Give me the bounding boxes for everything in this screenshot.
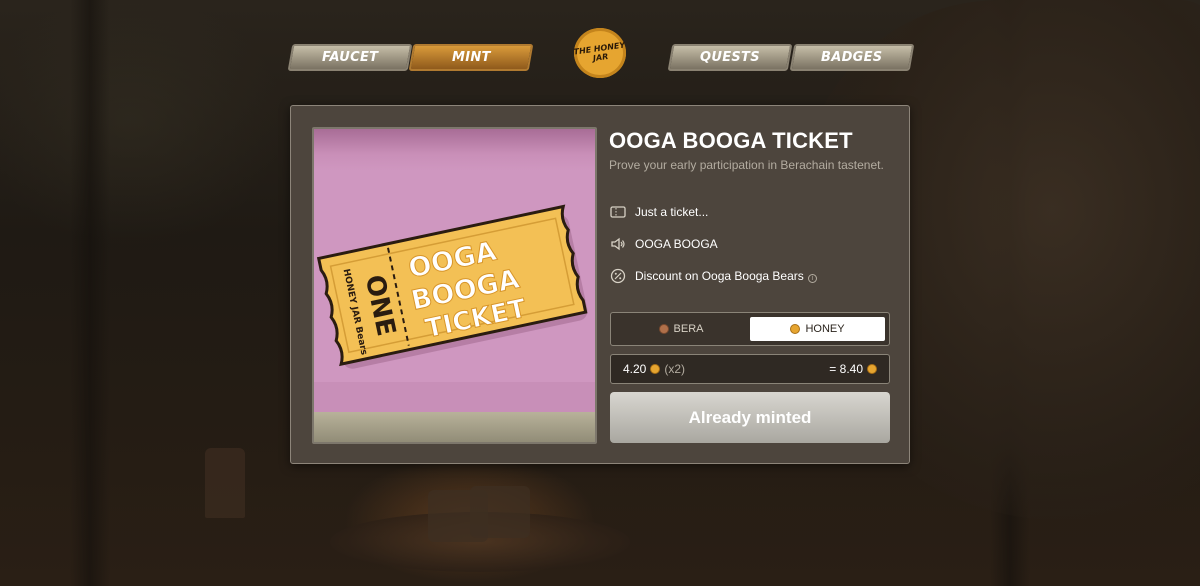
discount-icon bbox=[609, 267, 627, 285]
nav-quests-label: QUESTS bbox=[700, 50, 760, 65]
info-icon[interactable]: i bbox=[807, 274, 817, 283]
currency-option-label: BERA bbox=[673, 323, 704, 335]
price-row: 4.20 (x2) = 8.40 bbox=[610, 354, 890, 384]
nav-faucet-button[interactable]: FAUCET bbox=[287, 44, 413, 71]
price-multiplier: (x2) bbox=[664, 362, 686, 376]
background-lantern bbox=[205, 448, 245, 518]
already-minted-button[interactable]: Already minted bbox=[610, 392, 890, 443]
ticket-icon bbox=[609, 203, 627, 221]
speaker-icon bbox=[609, 235, 627, 253]
honey-jar-logo[interactable]: THE HONEY JAR bbox=[573, 28, 626, 78]
honey-coin-icon bbox=[790, 324, 801, 334]
currency-option-honey[interactable]: HONEY bbox=[750, 317, 885, 341]
feature-item: OOGA BOOGA bbox=[609, 235, 718, 253]
nft-image: ONE HONEY JAR Bears OOGA BOOGA TICKET bbox=[312, 127, 597, 444]
background-mug bbox=[470, 486, 530, 538]
currency-option-label: HONEY bbox=[805, 323, 845, 335]
top-nav: FAUCET MINT THE HONEY JAR QUESTS BADGES bbox=[0, 28, 1200, 88]
mint-card: ONE HONEY JAR Bears OOGA BOOGA TICKET OO… bbox=[290, 105, 910, 464]
total-price-value: = 8.40 bbox=[829, 362, 863, 376]
feature-text: OOGA BOOGA bbox=[635, 237, 718, 251]
ticket-illustration: ONE HONEY JAR Bears OOGA BOOGA TICKET bbox=[316, 204, 588, 369]
nav-mint-label: MINT bbox=[451, 50, 491, 65]
feature-text-discount: Discount on Ooga Booga Bears bbox=[635, 269, 804, 283]
feature-text: Just a ticket... bbox=[635, 205, 709, 219]
currency-toggle: BERA HONEY bbox=[610, 312, 890, 346]
nav-faucet-label: FAUCET bbox=[321, 50, 379, 65]
image-floor bbox=[314, 412, 595, 442]
feature-item: Discount on Ooga Booga Bears i bbox=[609, 267, 817, 285]
feature-item: Just a ticket... bbox=[609, 203, 708, 221]
nav-badges-label: BADGES bbox=[821, 50, 883, 65]
logo-text: THE HONEY JAR bbox=[573, 40, 626, 63]
nav-quests-button[interactable]: QUESTS bbox=[667, 44, 793, 71]
feature-text: Discount on Ooga Booga Bears i bbox=[635, 269, 817, 283]
image-shelf-top bbox=[314, 129, 595, 171]
total-price: = 8.40 bbox=[829, 362, 877, 376]
honey-coin-icon bbox=[650, 364, 661, 374]
nav-mint-button[interactable]: MINT bbox=[408, 44, 534, 71]
unit-price: 4.20 (x2) bbox=[623, 362, 685, 376]
bera-coin-icon bbox=[658, 324, 669, 334]
honey-coin-icon bbox=[867, 364, 877, 374]
product-title: OOGA BOOGA TICKET bbox=[609, 128, 853, 153]
currency-option-bera[interactable]: BERA bbox=[615, 317, 747, 341]
product-subtitle: Prove your early participation in Berach… bbox=[609, 158, 884, 172]
nav-badges-button[interactable]: BADGES bbox=[789, 44, 915, 71]
unit-price-value: 4.20 bbox=[623, 362, 647, 376]
